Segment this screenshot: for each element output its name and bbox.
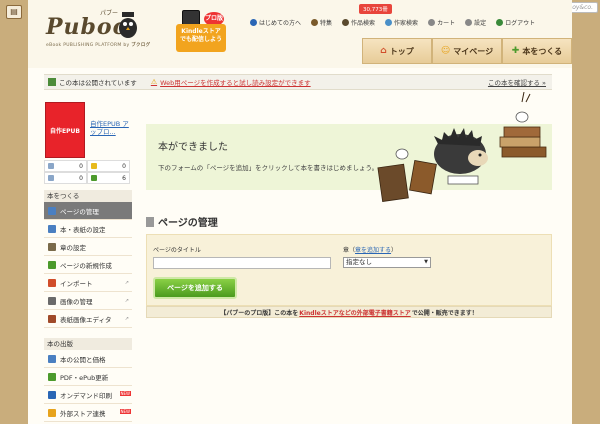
new-badge: NEW [119, 409, 131, 414]
star-icon [91, 163, 97, 169]
import-icon [48, 278, 56, 287]
comment-icon [48, 175, 54, 181]
pdf-icon [48, 372, 56, 381]
topnav-link-2[interactable]: 作品検索 [342, 18, 375, 27]
home-icon: ⌂ [380, 46, 387, 56]
left-border: ▤ [0, 0, 28, 424]
add-page-button[interactable]: ページを追加する [153, 277, 237, 299]
book-settings-icon [48, 224, 56, 233]
smile-icon: ☺ [440, 46, 451, 56]
sidebar-item-page[interactable]: ページの管理 [44, 202, 132, 220]
kindle-promo-bar[interactable]: 【パブーのプロ版】この本を Kindleストアなどの外部電子書籍ストア で公開・販売… [146, 306, 552, 318]
cover-editor-icon [48, 314, 56, 323]
browser-icon[interactable]: ▤ [6, 5, 22, 19]
external-link-icon: ↗ [124, 279, 129, 286]
right-border [572, 0, 600, 424]
published-icon [48, 78, 56, 86]
add-chapter-link[interactable]: 章を追加する [355, 247, 391, 254]
bird-logo-icon [119, 12, 137, 38]
window-frame: ▤ paperboy&co. Puboo パブー eBook PUBLISHIN… [0, 0, 600, 424]
user-icon [385, 19, 393, 26]
main-tab-0[interactable]: ⌂ トップ [362, 38, 432, 64]
chapter-label: 章（章を追加する） [343, 247, 398, 254]
stat-tags: 0 [44, 160, 87, 172]
page-title-label: ページのタイトル [153, 247, 201, 254]
sidebar-item-store[interactable]: 外部ストア連携 NEW [44, 404, 132, 422]
page-icon [48, 206, 56, 215]
page-title-input[interactable] [153, 257, 331, 269]
book-icon [311, 19, 319, 26]
info-icon [250, 19, 257, 26]
chevron-down-icon: ▼ [424, 259, 428, 265]
book-stats: 0 0 0 6 [44, 160, 130, 184]
sidebar-item-import[interactable]: インポート ↗ [44, 274, 132, 292]
gear-icon [465, 19, 473, 26]
logout-icon [496, 19, 504, 26]
publish-section: 本の出版 本の公開と価格 PDF・ePub更新 オンデマンド印刷 NEW 外部ストア連携… [44, 338, 132, 422]
download-icon [91, 175, 97, 181]
tag-icon [48, 163, 54, 169]
stat-downloads: 6 [87, 172, 130, 184]
book-cover[interactable]: 自作EPUB [45, 102, 85, 158]
plus-icon: ✚ [511, 46, 520, 56]
make-book-heading: 本をつくる [44, 190, 132, 202]
topnav-link-6[interactable]: ログアウト [496, 18, 535, 27]
site-header: Puboo パブー eBook PUBLISHING PLATFORM by ブ… [28, 0, 572, 68]
chapter-icon [48, 242, 56, 251]
external-link-icon: ↗ [124, 315, 129, 322]
warning-icon: ⚠ [150, 78, 158, 86]
publish-icon [48, 354, 56, 363]
main-navigation: ⌂ トップ ☺ マイページ ✚ 本をつくる [362, 38, 572, 64]
new-badge: NEW [119, 391, 131, 396]
topnav-link-1[interactable]: 特集 [311, 18, 332, 27]
sidebar-item-publish[interactable]: 本の公開と価格 [44, 350, 132, 368]
print-icon [48, 390, 56, 399]
store-icon [48, 408, 56, 417]
kindle-box: Kindleストア でも配信しよう [176, 24, 226, 52]
book-created-banner: 本ができました 下のフォームの「ページを追加」をクリックして本を書きはじめましょ… [146, 92, 552, 202]
external-link-icon: ↗ [124, 297, 129, 304]
hedgehog-illustration-icon [377, 92, 547, 202]
cart-icon [428, 19, 436, 26]
stat-favorites: 0 [87, 160, 130, 172]
sidebar-item-chapter[interactable]: 章の設定 [44, 238, 132, 256]
make-book-section: 本をつくる ページの管理 本・表紙の設定 章の設定 ページの新規作成 インポート ↗ 画像の… [44, 190, 132, 328]
top-navigation: はじめての方へ 特集 作品検索 作家検索 カート 設定 ログアウト [250, 18, 535, 27]
status-notice-bar: この本は公開されています ⚠ Web用ページを作成すると試し読み設定ができます … [44, 74, 552, 90]
document-icon [146, 216, 154, 227]
kindle-promo-badge[interactable]: プロ版 Kindleストア でも配信しよう [176, 10, 226, 52]
topnav-link-4[interactable]: カート [428, 18, 455, 27]
sidebar-item-cover-editor[interactable]: 表紙画像エディタ ↗ [44, 310, 132, 328]
chapter-select[interactable]: 指定なし ▼ [343, 257, 431, 268]
page-management-title: ページの管理 [146, 214, 218, 229]
sidebar-item-pdf[interactable]: PDF・ePub更新 [44, 368, 132, 386]
banner-title: 本ができました [158, 142, 228, 153]
main-tab-1[interactable]: ☺ マイページ [432, 38, 502, 64]
sidebar-item-new-page[interactable]: ページの新規作成 [44, 256, 132, 274]
main-tab-2[interactable]: ✚ 本をつくる [502, 38, 572, 64]
trial-read-warning[interactable]: ⚠ Web用ページを作成すると試し読み設定ができます [151, 77, 311, 87]
topnav-link-3[interactable]: 作家検索 [385, 18, 418, 27]
publish-heading: 本の出版 [44, 338, 132, 350]
add-page-form: ページのタイトル 章（章を追加する） 指定なし ▼ ページを追加する [146, 234, 552, 306]
publish-status: この本は公開されています [48, 77, 137, 87]
book-count-badge: 30,773冊 [359, 4, 392, 14]
sidebar-item-book-settings[interactable]: 本・表紙の設定 [44, 220, 132, 238]
page: Puboo パブー eBook PUBLISHING PLATFORM by ブ… [28, 0, 572, 424]
view-book-link[interactable]: この本を確認する » [488, 77, 546, 87]
topnav-link-0[interactable]: はじめての方へ [250, 18, 301, 27]
image-icon [48, 296, 56, 305]
banner-description: 下のフォームの「ページを追加」をクリックして本を書きはじめましょう。 [158, 164, 379, 172]
logo-subtitle: eBook PUBLISHING PLATFORM by ブクログ [46, 43, 151, 48]
topnav-link-5[interactable]: 設定 [465, 18, 486, 27]
stat-comments: 0 [44, 172, 87, 184]
sidebar-item-print[interactable]: オンデマンド印刷 NEW [44, 386, 132, 404]
search-icon [342, 19, 350, 26]
book-title-link[interactable]: 自作EPUB アップロ... [90, 120, 130, 136]
new-page-icon [48, 260, 56, 269]
sidebar-item-image[interactable]: 画像の管理 ↗ [44, 292, 132, 310]
